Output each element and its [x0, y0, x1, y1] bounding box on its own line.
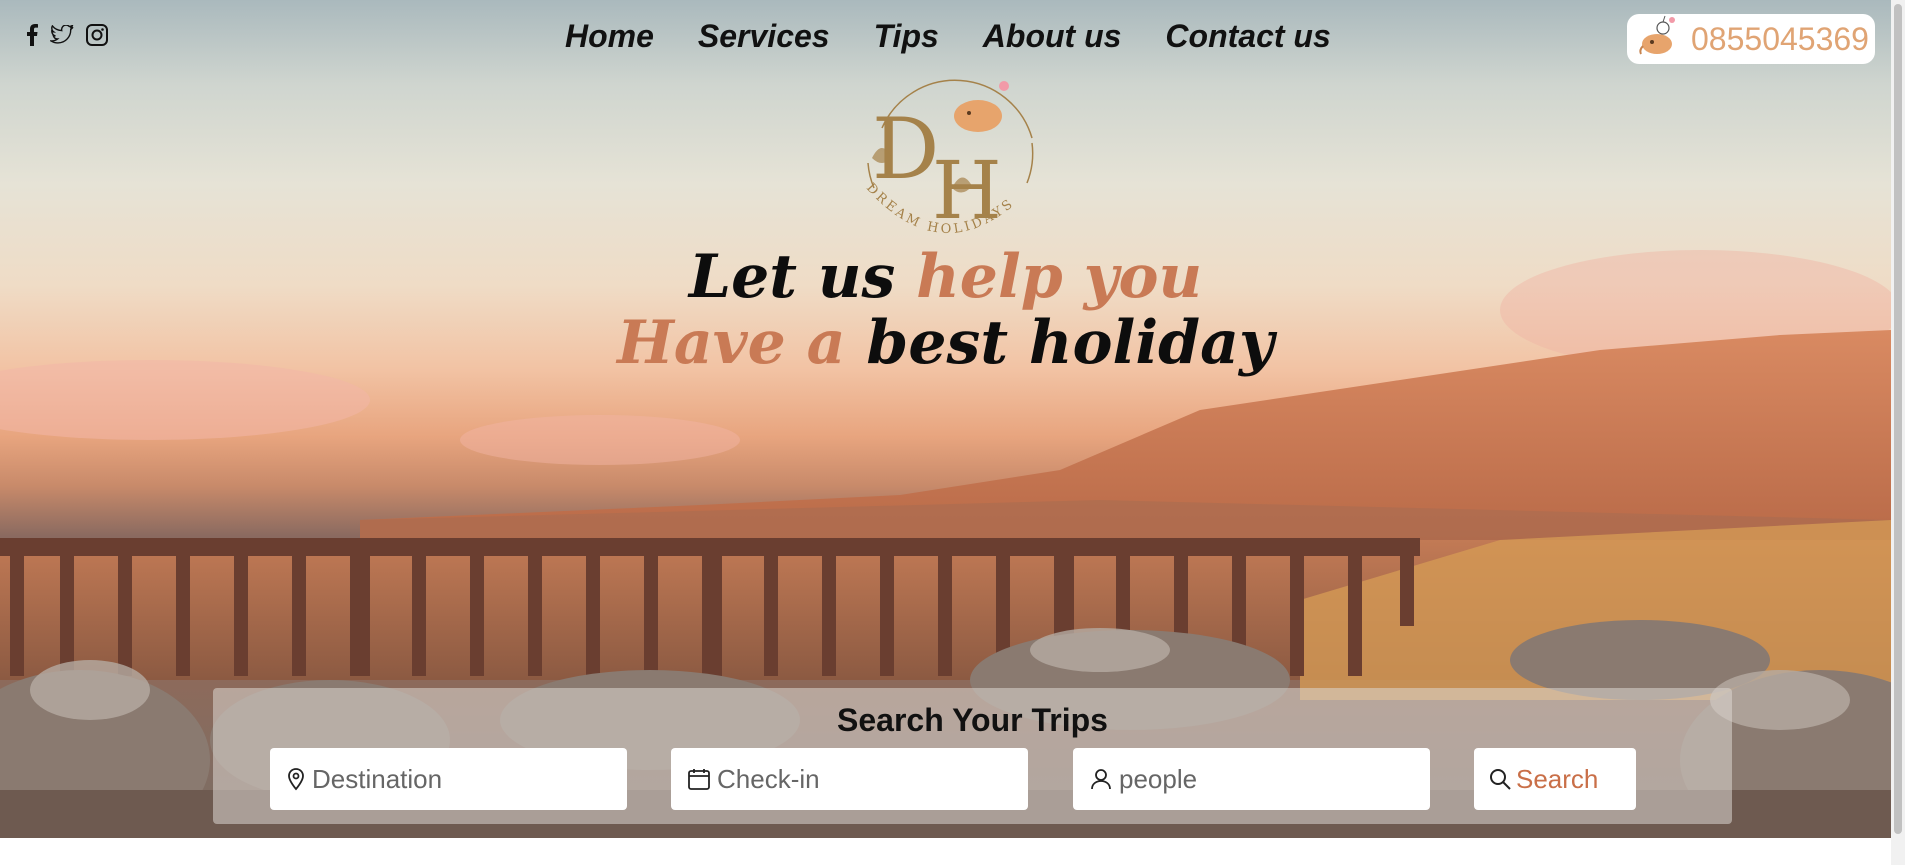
scrollbar-thumb[interactable] — [1894, 4, 1902, 834]
headline-line2-dark: best holiday — [866, 308, 1274, 378]
facebook-icon[interactable] — [26, 24, 38, 46]
social-links — [26, 24, 108, 46]
search-icon — [1488, 767, 1512, 791]
dream-holidays-logo[interactable]: D H DREAM HOLIDAYS — [852, 68, 1042, 251]
nav-item-services[interactable]: Services — [698, 18, 830, 55]
nav-item-home[interactable]: Home — [565, 18, 654, 55]
instagram-icon[interactable] — [86, 24, 108, 46]
search-button-label: Search — [1516, 763, 1599, 794]
location-pin-icon — [286, 767, 306, 791]
nav-item-contact-us[interactable]: Contact us — [1165, 18, 1330, 55]
headline-line2-orange: Have a — [617, 308, 867, 378]
hero-headline: Let us help you Have a best holiday — [0, 244, 1891, 376]
twitter-icon[interactable] — [50, 25, 74, 45]
destination-field[interactable] — [270, 748, 627, 810]
vertical-scrollbar[interactable] — [1891, 0, 1905, 865]
phone-number[interactable]: 0855045369 — [1691, 21, 1869, 58]
trip-search-panel: Search Your Trips Search — [213, 688, 1732, 824]
phone-contact[interactable]: 0855045369 — [1627, 14, 1875, 64]
calendar-icon — [687, 767, 711, 791]
destination-input[interactable] — [312, 763, 572, 795]
headline-line1-orange: help you — [916, 242, 1203, 312]
headline-line-1: Let us help you — [0, 244, 1891, 310]
checkin-input[interactable] — [717, 763, 977, 795]
headline-line-2: Have a best holiday — [0, 310, 1891, 376]
mascot-icon — [1635, 14, 1681, 65]
people-input[interactable] — [1119, 763, 1379, 795]
nav-item-about-us[interactable]: About us — [983, 18, 1122, 55]
search-title: Search Your Trips — [837, 702, 1108, 738]
headline-line1-dark: Let us — [688, 242, 917, 312]
checkin-field[interactable] — [671, 748, 1028, 810]
main-nav: Home Services Tips About us Contact us — [565, 18, 1331, 55]
nav-item-tips[interactable]: Tips — [874, 18, 939, 55]
person-icon — [1089, 767, 1113, 791]
search-button[interactable]: Search — [1474, 748, 1636, 810]
people-field[interactable] — [1073, 748, 1430, 810]
